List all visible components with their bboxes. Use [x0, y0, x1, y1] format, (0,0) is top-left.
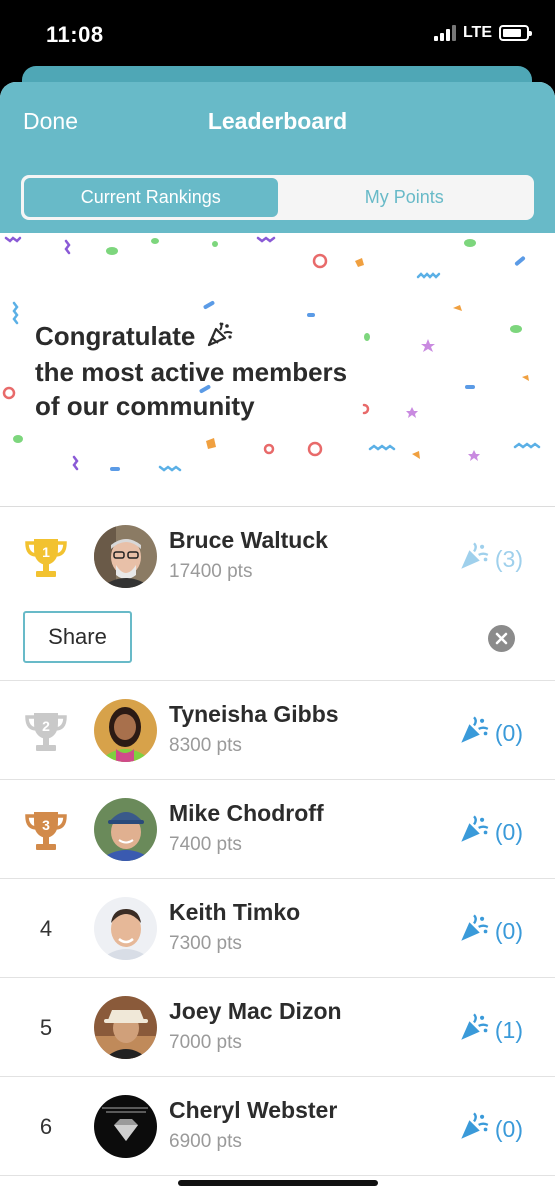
congratulate-button[interactable]: (0) [459, 1111, 523, 1147]
avatar[interactable] [94, 699, 157, 762]
member-name: Bruce Waltuck [169, 527, 328, 553]
close-icon[interactable] [488, 625, 515, 652]
gold-trophy-icon: 1 [22, 532, 70, 582]
status-indicators: LTE [433, 24, 532, 42]
congratulate-button[interactable]: (0) [459, 814, 523, 850]
congratulate-button[interactable]: (0) [459, 715, 523, 751]
svg-text:1: 1 [42, 544, 50, 560]
leaderboard-row[interactable]: 1 Bruce Waltuck 17400 pts (3) Share [0, 507, 555, 681]
party-popper-icon [459, 715, 489, 751]
avatar[interactable] [94, 996, 157, 1059]
banner-line-3: of our community [35, 391, 255, 422]
party-popper-icon [207, 321, 233, 355]
member-points: 7300 pts [169, 933, 242, 954]
avatar[interactable] [94, 1095, 157, 1158]
avatar[interactable] [94, 798, 157, 861]
network-type: LTE [462, 24, 492, 41]
member-name: Joey Mac Dizon [169, 998, 342, 1024]
member-name: Mike Chodroff [169, 800, 324, 826]
svg-text:3: 3 [42, 817, 50, 833]
status-bar: 11:08 LTE [0, 0, 555, 70]
header: Done Leaderboard Current Rankings My Poi… [0, 82, 555, 233]
congratulate-count: (0) [494, 917, 523, 944]
congratulate-count: (0) [494, 1115, 523, 1142]
avatar[interactable] [94, 525, 157, 588]
party-popper-icon [459, 1111, 489, 1147]
party-popper-icon [459, 541, 489, 577]
banner-message: Congratulate the most active members of … [35, 319, 395, 423]
rank-number: 4 [39, 916, 53, 941]
tab-my-points[interactable]: My Points [278, 178, 532, 217]
congratulate-button[interactable]: (1) [459, 1012, 523, 1048]
status-time: 11:08 [46, 22, 104, 47]
member-name: Tyneisha Gibbs [169, 701, 339, 727]
share-button[interactable]: Share [23, 611, 132, 663]
banner-line-1: Congratulate [35, 321, 196, 351]
congratulate-count: (0) [494, 818, 523, 845]
member-points: 7000 pts [169, 1032, 242, 1053]
member-points: 8300 pts [169, 735, 242, 756]
congratulate-banner: Congratulate the most active members of … [0, 233, 555, 507]
leaderboard-list: 1 Bruce Waltuck 17400 pts (3) Share 2 Ty… [0, 507, 555, 1176]
svg-text:2: 2 [42, 718, 50, 734]
page-title: Leaderboard [207, 108, 348, 134]
congratulate-button[interactable]: (0) [459, 913, 523, 949]
member-points: 6900 pts [169, 1131, 242, 1152]
battery-icon [499, 25, 532, 41]
leaderboard-row[interactable]: 5 Joey Mac Dizon 7000 pts (1) [0, 978, 555, 1077]
silver-trophy-icon: 2 [22, 706, 70, 756]
leaderboard-sheet: Done Leaderboard Current Rankings My Poi… [0, 82, 555, 1200]
rank-number: 5 [39, 1015, 53, 1040]
member-points: 7400 pts [169, 834, 242, 855]
segmented-control: Current Rankings My Points [21, 175, 534, 220]
tab-current-rankings[interactable]: Current Rankings [24, 178, 278, 217]
leaderboard-row[interactable]: 6 Cheryl Webster 6900 pts (0) [0, 1077, 555, 1176]
congratulate-count: (3) [494, 545, 523, 572]
rank-number: 6 [39, 1114, 53, 1139]
home-indicator[interactable] [178, 1180, 378, 1186]
member-name: Cheryl Webster [169, 1097, 338, 1123]
banner-line-2: the most active members [35, 357, 348, 388]
party-popper-icon [459, 913, 489, 949]
leaderboard-row[interactable]: 2 Tyneisha Gibbs 8300 pts (0) [0, 681, 555, 780]
avatar[interactable] [94, 897, 157, 960]
party-popper-icon [459, 1012, 489, 1048]
congratulate-count: (0) [494, 719, 523, 746]
congratulate-button[interactable]: (3) [459, 541, 523, 577]
congratulate-count: (1) [494, 1016, 523, 1043]
member-name: Keith Timko [169, 899, 301, 925]
member-points: 17400 pts [169, 561, 253, 582]
leaderboard-row[interactable]: 3 Mike Chodroff 7400 pts (0) [0, 780, 555, 879]
bronze-trophy-icon: 3 [22, 805, 70, 855]
party-popper-icon [459, 814, 489, 850]
leaderboard-row[interactable]: 4 Keith Timko 7300 pts (0) [0, 879, 555, 978]
signal-icon [433, 25, 456, 41]
